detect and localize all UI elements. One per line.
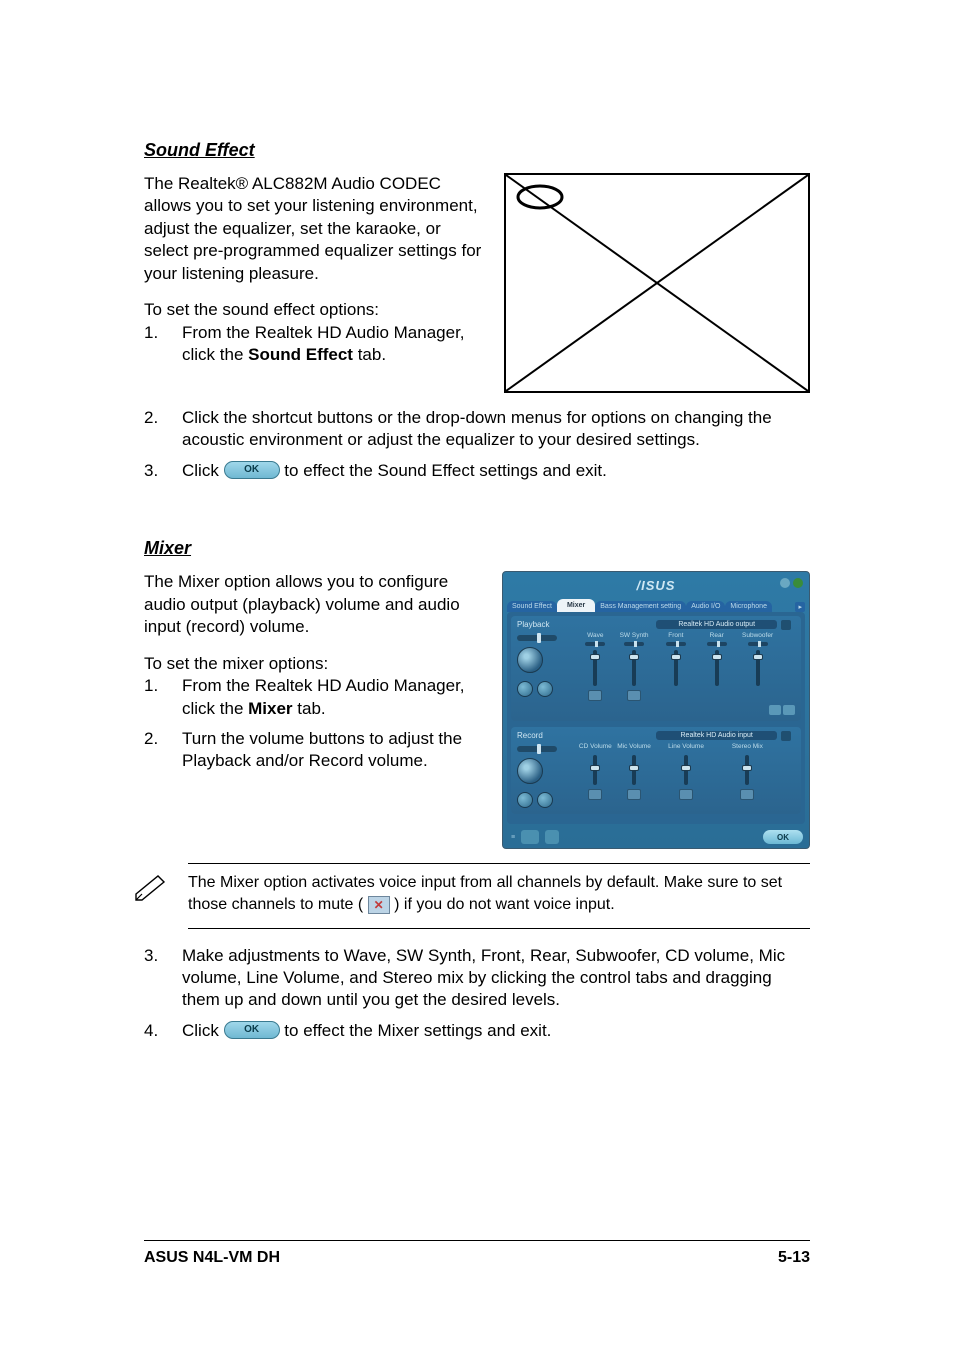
record-volume-knob[interactable] xyxy=(517,758,543,784)
slider-label: Front xyxy=(668,632,683,640)
sound-effect-screenshot-placeholder xyxy=(504,173,810,393)
mute-toggle[interactable] xyxy=(627,690,641,701)
footer-page: 5-13 xyxy=(778,1249,810,1267)
slider-label: Rear xyxy=(710,632,724,640)
step-post: to effect the Sound Effect settings and … xyxy=(284,461,607,480)
step-num: 3. xyxy=(144,460,182,482)
record-balance[interactable] xyxy=(517,746,557,752)
record-panel: Record . xyxy=(511,727,801,814)
playback-panel: Playback . xyxy=(511,616,801,721)
step-text: Click the shortcut buttons or the drop-d… xyxy=(182,407,810,452)
step-num: 1. xyxy=(144,322,182,367)
asus-logo: /‎ISUS xyxy=(637,578,676,593)
settings-icon[interactable] xyxy=(545,830,559,844)
step-bold: Sound Effect xyxy=(248,345,353,364)
sound-effect-lead: To set the sound effect options: xyxy=(144,299,484,321)
slider-label: Subwoofer xyxy=(742,632,773,640)
section-title-sound-effect: Sound Effect xyxy=(144,140,810,161)
slider-label: Mic Volume xyxy=(617,743,651,751)
slider-label: Line Volume xyxy=(668,743,704,751)
record-label: Record xyxy=(517,731,573,740)
record-mute-icon[interactable] xyxy=(537,792,553,808)
mute-toggle[interactable] xyxy=(679,789,693,800)
tab-scroll-icon[interactable]: ▸ xyxy=(795,602,805,612)
step-text: Click to effect the Mixer settings and e… xyxy=(182,1020,810,1042)
scroll-right-icon[interactable] xyxy=(783,705,795,715)
mixer-screenshot: /‎ISUS Sound Effect Mixer Bass Managemen… xyxy=(502,571,810,849)
section-title-mixer: Mixer xyxy=(144,538,810,559)
slider-swsynth[interactable]: SW Synth xyxy=(616,632,653,701)
tab-sound-effect[interactable]: Sound Effect xyxy=(507,601,557,612)
tab-audio-io[interactable]: Audio I/O xyxy=(686,601,725,612)
slider-label: Stereo Mix xyxy=(732,743,763,751)
slider-stereo-mix[interactable]: Stereo Mix xyxy=(718,743,777,800)
mute-toggle[interactable] xyxy=(588,789,602,800)
slider-label: Wave xyxy=(587,632,603,640)
minimize-icon[interactable] xyxy=(780,578,790,588)
step-post: tab. xyxy=(353,345,386,364)
slider-rear[interactable]: Rear xyxy=(697,632,736,688)
mute-toggle[interactable] xyxy=(588,690,602,701)
device-dropdown-icon[interactable] xyxy=(781,620,791,630)
step-text: Click to effect the Sound Effect setting… xyxy=(182,460,810,482)
mute-toggle[interactable] xyxy=(740,789,754,800)
step-post: tab. xyxy=(293,699,326,718)
close-icon[interactable] xyxy=(793,578,803,588)
step-post: to effect the Mixer settings and exit. xyxy=(284,1021,551,1040)
tab-bass-management[interactable]: Bass Management setting xyxy=(595,601,686,612)
sound-effect-intro: The Realtek® ALC882M Audio CODEC allows … xyxy=(144,173,484,285)
step-bold: Mixer xyxy=(248,699,292,718)
playback-mute-icon[interactable] xyxy=(537,681,553,697)
step-pre: Click xyxy=(182,1021,224,1040)
ok-button-icon xyxy=(224,461,280,479)
step-num: 4. xyxy=(144,1020,182,1042)
group-title-input: Realtek HD Audio input xyxy=(656,731,777,740)
mute-icon xyxy=(368,896,390,914)
record-info-icon[interactable] xyxy=(517,792,533,808)
step-pre: Click xyxy=(182,461,224,480)
step-num: 1. xyxy=(144,675,182,720)
playback-volume-knob[interactable] xyxy=(517,647,543,673)
tab-microphone[interactable]: Microphone xyxy=(725,601,772,612)
step-text: From the Realtek HD Audio Manager, click… xyxy=(182,322,484,367)
step-text: From the Realtek HD Audio Manager, click… xyxy=(182,675,482,720)
slider-front[interactable]: Front xyxy=(656,632,695,688)
slider-wave[interactable]: Wave xyxy=(577,632,614,701)
scroll-left-icon[interactable] xyxy=(769,705,781,715)
mixer-lead: To set the mixer options: xyxy=(144,653,482,675)
note-text: The Mixer option activates voice input f… xyxy=(188,872,810,915)
playback-info-icon[interactable] xyxy=(517,681,533,697)
group-title-output: Realtek HD Audio output xyxy=(656,620,777,629)
step-text: Make adjustments to Wave, SW Synth, Fron… xyxy=(182,945,810,1012)
mixer-intro: The Mixer option allows you to configure… xyxy=(144,571,482,638)
device-dropdown-icon[interactable] xyxy=(781,731,791,741)
version-info-icon[interactable]: ≡ xyxy=(511,834,515,841)
playback-label: Playback xyxy=(517,620,573,629)
ok-button-icon xyxy=(224,1021,280,1039)
footer-product: ASUS N4L-VM DH xyxy=(144,1249,280,1267)
ok-button[interactable]: OK xyxy=(763,830,803,844)
slider-label: CD Volume xyxy=(579,743,612,751)
note-post: ) if you do not want voice input. xyxy=(394,896,615,913)
playback-balance[interactable] xyxy=(517,635,557,641)
slider-subwoofer[interactable]: Subwoofer xyxy=(738,632,777,688)
slider-mic-volume[interactable]: Mic Volume xyxy=(616,743,653,800)
slider-label: SW Synth xyxy=(620,632,649,640)
slider-cd-volume[interactable]: CD Volume xyxy=(577,743,614,800)
step-num: 2. xyxy=(144,728,182,773)
step-num: 3. xyxy=(144,945,182,1012)
step-text: Turn the volume buttons to adjust the Pl… xyxy=(182,728,482,773)
step-num: 2. xyxy=(144,407,182,452)
mute-toggle[interactable] xyxy=(627,789,641,800)
slider-line-volume[interactable]: Line Volume xyxy=(656,743,715,800)
note-pencil-icon xyxy=(134,872,170,915)
tab-mixer[interactable]: Mixer xyxy=(557,599,595,612)
folder-icon[interactable] xyxy=(521,830,539,844)
